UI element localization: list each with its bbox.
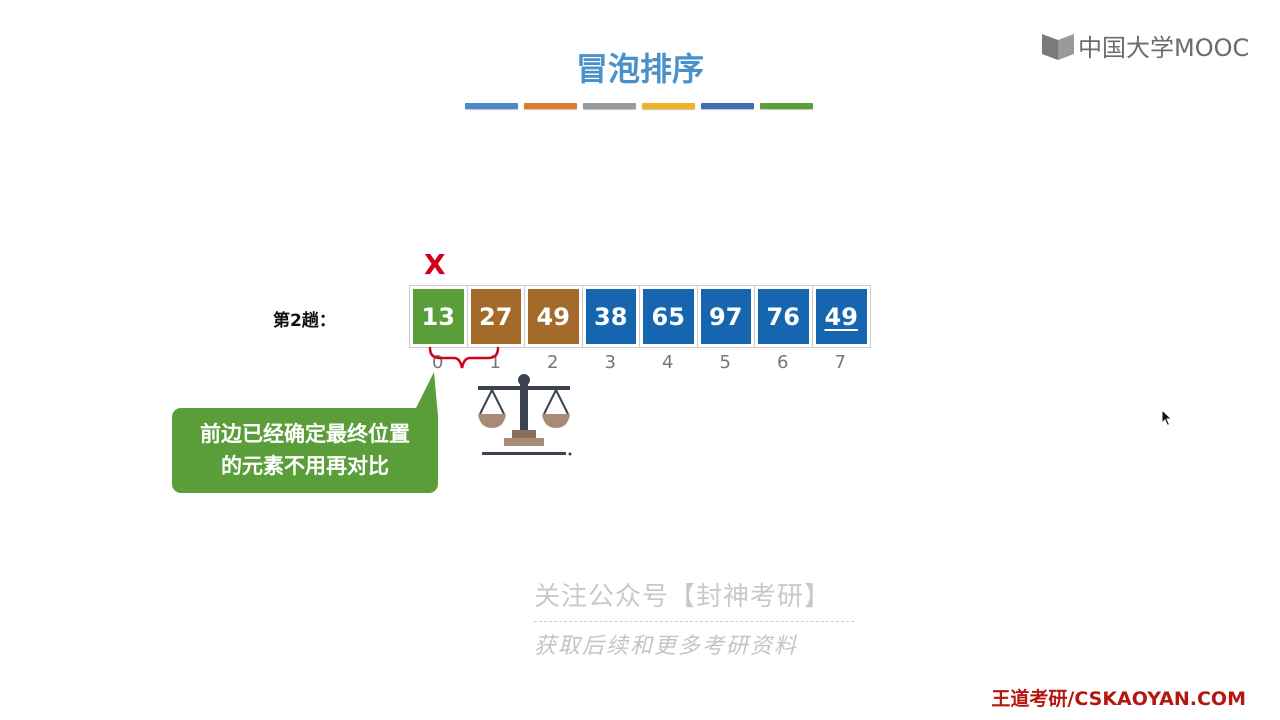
balance-scale-icon xyxy=(478,374,572,456)
array-row: 13 27 49 38 65 97 76 49 xyxy=(409,285,871,348)
array-cell: 65 xyxy=(640,286,698,347)
callout-line-1: 前边已经确定最终位置 xyxy=(200,422,410,446)
footer-credit: 王道考研/CSKAOYAN.COM xyxy=(991,688,1246,710)
array-index: 5 xyxy=(719,352,731,373)
mouse-pointer-icon xyxy=(1161,409,1173,427)
array-cell: 97 xyxy=(698,286,755,347)
watermark-line-1: 关注公众号【封神考研】 xyxy=(534,582,832,612)
array-cell-value: 13 xyxy=(413,289,464,344)
array-index: 4 xyxy=(662,352,674,373)
color-bar-segment xyxy=(760,103,813,109)
array-cell: 76 xyxy=(755,286,813,347)
array-cell-value: 76 xyxy=(758,289,809,344)
array-index: 6 xyxy=(777,352,789,373)
array-cell-value: 97 xyxy=(700,289,751,344)
array-cell-value: 49 xyxy=(528,289,579,344)
array-cell: 49 xyxy=(813,286,871,347)
callout-box: 前边已经确定最终位置 的元素不用再对比 xyxy=(172,408,438,493)
array-cell: 13 xyxy=(410,286,468,347)
array-index: 3 xyxy=(604,352,616,373)
color-bar-segment xyxy=(524,103,577,109)
array-cell: 38 xyxy=(583,286,640,347)
title-color-bar xyxy=(465,103,813,109)
color-bar-segment xyxy=(701,103,754,109)
array-cell-value: 65 xyxy=(643,289,694,344)
pass-label: 第2趟： xyxy=(273,311,336,331)
callout-line-2: 的元素不用再对比 xyxy=(221,454,389,478)
array-cell-value: 49 xyxy=(815,289,867,344)
array-cell: 49 xyxy=(525,286,583,347)
array-cell: 27 xyxy=(468,286,525,347)
watermark-line-2: 获取后续和更多考研资料 xyxy=(534,634,799,659)
color-bar-segment xyxy=(583,103,636,109)
cross-mark: X xyxy=(424,248,446,281)
watermark: 关注公众号【封神考研】 获取后续和更多考研资料 xyxy=(534,576,864,660)
color-bar-segment xyxy=(642,103,695,109)
array-cell-value: 38 xyxy=(585,289,636,344)
array-index: 7 xyxy=(834,352,846,373)
watermark-divider xyxy=(534,621,854,622)
array-cell-value: 27 xyxy=(470,289,521,344)
color-bar-segment xyxy=(465,103,518,109)
slide-title: 冒泡排序 xyxy=(575,50,704,88)
